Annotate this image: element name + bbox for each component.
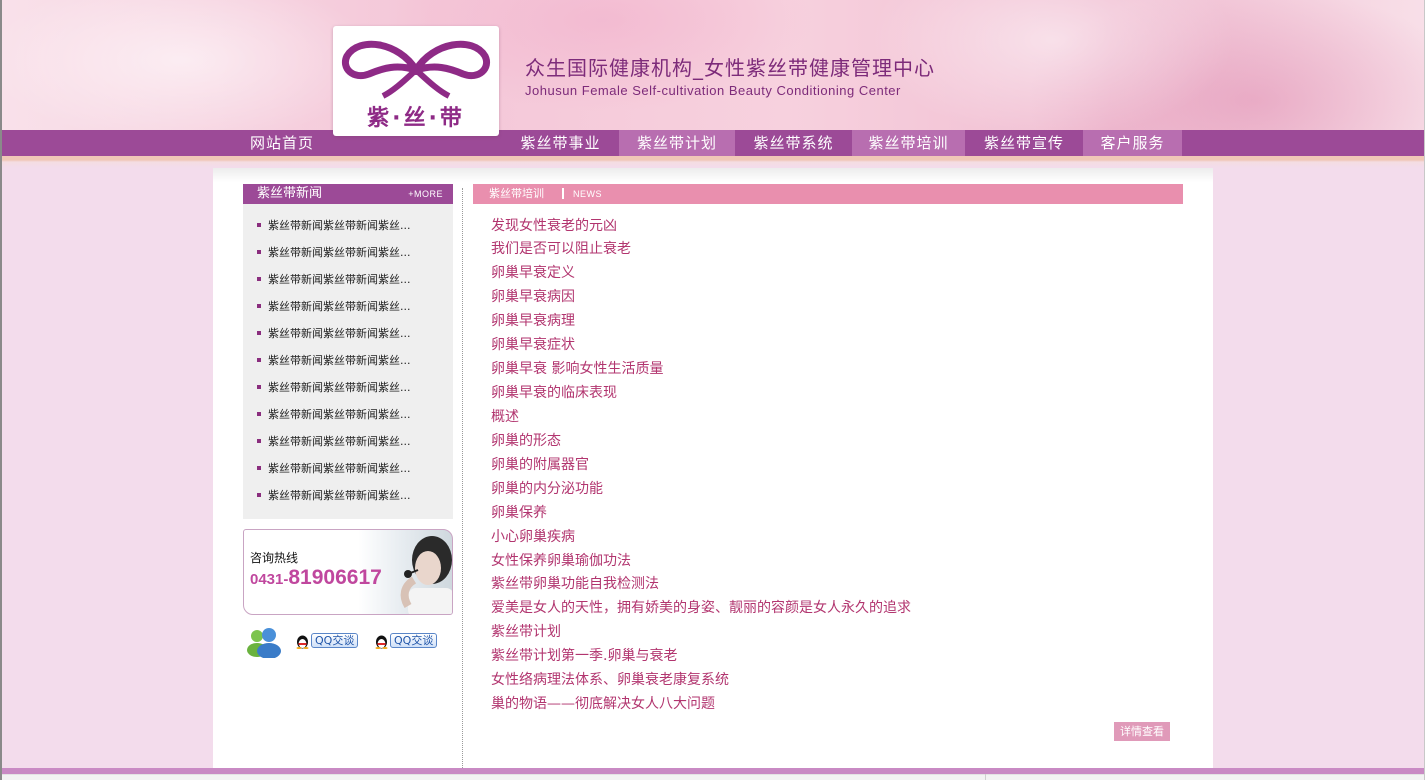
nav-item-system[interactable]: 紫丝带系统 xyxy=(735,130,852,156)
hotline-main-number: 81906617 xyxy=(288,566,382,589)
qq-contact-row: QQ交谈 QQ交谈 xyxy=(243,624,453,660)
news-list-item[interactable]: 紫丝带新闻紫丝带新闻紫丝... xyxy=(257,299,411,315)
news-item-text: 紫丝带新闻紫丝带新闻紫丝... xyxy=(268,300,411,313)
news-list-item[interactable]: 紫丝带新闻紫丝带新闻紫丝... xyxy=(257,488,411,504)
article-link[interactable]: 紫丝带计划第一季.卵巢与衰老 xyxy=(491,646,677,666)
nav-item-promotion[interactable]: 紫丝带宣传 xyxy=(965,130,1083,156)
main-content: 紫丝带新闻 +MORE 紫丝带新闻紫丝带新闻紫丝... 紫丝带新闻紫丝带新闻紫丝… xyxy=(213,168,1213,768)
news-item-text: 紫丝带新闻紫丝带新闻紫丝... xyxy=(268,381,411,394)
article-link[interactable]: 发现女性衰老的元凶 xyxy=(491,216,617,236)
bullet-icon xyxy=(257,493,261,497)
view-details-button[interactable]: 详情查看 xyxy=(1114,722,1170,741)
site-subtitle: Johusun Female Self-cultivation Beauty C… xyxy=(525,83,901,98)
content-top-shade xyxy=(213,168,1213,182)
online-users-icon xyxy=(247,628,281,658)
bullet-icon xyxy=(257,223,261,227)
news-item-text: 紫丝带新闻紫丝带新闻紫丝... xyxy=(268,462,411,475)
news-list-item[interactable]: 紫丝带新闻紫丝带新闻紫丝... xyxy=(257,245,411,261)
news-item-text: 紫丝带新闻紫丝带新闻紫丝... xyxy=(268,408,411,421)
nav-item-training[interactable]: 紫丝带培训 xyxy=(852,130,965,156)
news-item-text: 紫丝带新闻紫丝带新闻紫丝... xyxy=(268,327,411,340)
qq-penguin-icon xyxy=(375,635,388,649)
qq-chat-label-1: QQ交谈 xyxy=(311,633,359,648)
nav-underline xyxy=(2,156,1424,168)
news-list-item[interactable]: 紫丝带新闻紫丝带新闻紫丝... xyxy=(257,272,411,288)
training-panel-header: 紫丝带培训 NEWS xyxy=(473,184,1183,204)
bullet-icon xyxy=(257,412,261,416)
ribbon-logo-icon xyxy=(342,40,490,99)
hotline-area-code: 0431- xyxy=(250,571,289,588)
article-link[interactable]: 卵巢早衰病理 xyxy=(491,311,575,331)
header-banner: 众生国际健康机构_女性紫丝带健康管理中心 Johusun Female Self… xyxy=(2,0,1424,130)
article-link[interactable]: 卵巢早衰的临床表现 xyxy=(491,383,617,403)
bullet-icon xyxy=(257,439,261,443)
news-item-text: 紫丝带新闻紫丝带新闻紫丝... xyxy=(268,435,411,448)
news-item-text: 紫丝带新闻紫丝带新闻紫丝... xyxy=(268,273,411,286)
hotline-banner[interactable]: 咨询热线 0431-81906617 xyxy=(243,529,453,615)
footer-strip xyxy=(2,774,1424,780)
qq-chat-label-2: QQ交谈 xyxy=(390,633,438,648)
nav-item-home[interactable]: 网站首页 xyxy=(232,130,332,156)
news-list-item[interactable]: 紫丝带新闻紫丝带新闻紫丝... xyxy=(257,461,411,477)
qq-chat-button-1[interactable]: QQ交谈 xyxy=(295,633,359,649)
article-link[interactable]: 卵巢早衰定义 xyxy=(491,263,575,283)
article-link[interactable]: 卵巢的形态 xyxy=(491,431,561,451)
bullet-icon xyxy=(257,277,261,281)
article-link[interactable]: 卵巢早衰症状 xyxy=(491,335,575,355)
article-link[interactable]: 概述 xyxy=(491,407,519,427)
news-list-item[interactable]: 紫丝带新闻紫丝带新闻紫丝... xyxy=(257,218,411,234)
news-list: 紫丝带新闻紫丝带新闻紫丝... 紫丝带新闻紫丝带新闻紫丝... 紫丝带新闻紫丝带… xyxy=(243,204,453,519)
qq-chat-button-2[interactable]: QQ交谈 xyxy=(374,633,438,649)
bullet-icon xyxy=(257,358,261,362)
nav-item-service[interactable]: 客户服务 xyxy=(1083,130,1182,156)
nav-item-plan[interactable]: 紫丝带计划 xyxy=(619,130,735,156)
news-panel-header: 紫丝带新闻 +MORE xyxy=(243,184,453,204)
bullet-icon xyxy=(257,466,261,470)
article-link[interactable]: 卵巢保养 xyxy=(491,503,547,523)
article-link[interactable]: 巢的物语——彻底解决女人八大问题 xyxy=(491,694,715,714)
logo[interactable]: 紫·丝·带 xyxy=(333,26,499,136)
header-separator xyxy=(562,188,564,199)
logo-text: 紫·丝·带 xyxy=(367,106,465,131)
news-item-text: 紫丝带新闻紫丝带新闻紫丝... xyxy=(268,219,411,232)
bullet-icon xyxy=(257,385,261,389)
column-divider xyxy=(462,188,463,768)
article-link[interactable]: 紫丝带计划 xyxy=(491,622,561,642)
training-panel-title: 紫丝带培训 xyxy=(489,187,544,200)
article-link[interactable]: 我们是否可以阻止衰老 xyxy=(491,239,631,259)
bullet-icon xyxy=(257,331,261,335)
main-nav: 网站首页 紫丝带事业 紫丝带计划 紫丝带系统 紫丝带培训 紫丝带宣传 客户服务 xyxy=(2,130,1424,156)
article-link[interactable]: 女性络病理法体系、卵巢衰老康复系统 xyxy=(491,670,729,690)
article-link[interactable]: 卵巢的附属器官 xyxy=(491,455,589,475)
footer-divider xyxy=(985,774,986,780)
operator-headset-icon xyxy=(400,536,452,614)
news-list-item[interactable]: 紫丝带新闻紫丝带新闻紫丝... xyxy=(257,353,411,369)
hotline-number: 0431-81906617 xyxy=(250,566,382,590)
news-panel-title: 紫丝带新闻 xyxy=(257,186,323,201)
news-item-text: 紫丝带新闻紫丝带新闻紫丝... xyxy=(268,246,411,259)
hotline-label: 咨询热线 xyxy=(250,551,299,565)
news-item-text: 紫丝带新闻紫丝带新闻紫丝... xyxy=(268,489,411,502)
news-list-item[interactable]: 紫丝带新闻紫丝带新闻紫丝... xyxy=(257,380,411,396)
news-list-item[interactable]: 紫丝带新闻紫丝带新闻紫丝... xyxy=(257,407,411,423)
nav-item-career[interactable]: 紫丝带事业 xyxy=(502,130,619,156)
bullet-icon xyxy=(257,250,261,254)
bullet-icon xyxy=(257,304,261,308)
article-link[interactable]: 紫丝带卵巢功能自我检测法 xyxy=(491,574,659,594)
site-title: 众生国际健康机构_女性紫丝带健康管理中心 xyxy=(525,56,935,80)
qq-penguin-icon xyxy=(296,635,309,649)
news-list-item[interactable]: 紫丝带新闻紫丝带新闻紫丝... xyxy=(257,326,411,342)
article-link[interactable]: 爱美是女人的天性，拥有娇美的身姿、靓丽的容颜是女人永久的追求 xyxy=(491,598,911,618)
article-link[interactable]: 女性保养卵巢瑜伽功法 xyxy=(491,551,631,571)
article-link[interactable]: 卵巢早衰病因 xyxy=(491,287,575,307)
news-more-link[interactable]: +MORE xyxy=(408,188,443,200)
article-link[interactable]: 卵巢的内分泌功能 xyxy=(491,479,603,499)
news-item-text: 紫丝带新闻紫丝带新闻紫丝... xyxy=(268,354,411,367)
article-link[interactable]: 卵巢早衰 影响女性生活质量 xyxy=(491,359,663,379)
article-link[interactable]: 小心卵巢疾病 xyxy=(491,527,575,547)
news-list-item[interactable]: 紫丝带新闻紫丝带新闻紫丝... xyxy=(257,434,411,450)
training-panel-tag: NEWS xyxy=(573,189,602,199)
